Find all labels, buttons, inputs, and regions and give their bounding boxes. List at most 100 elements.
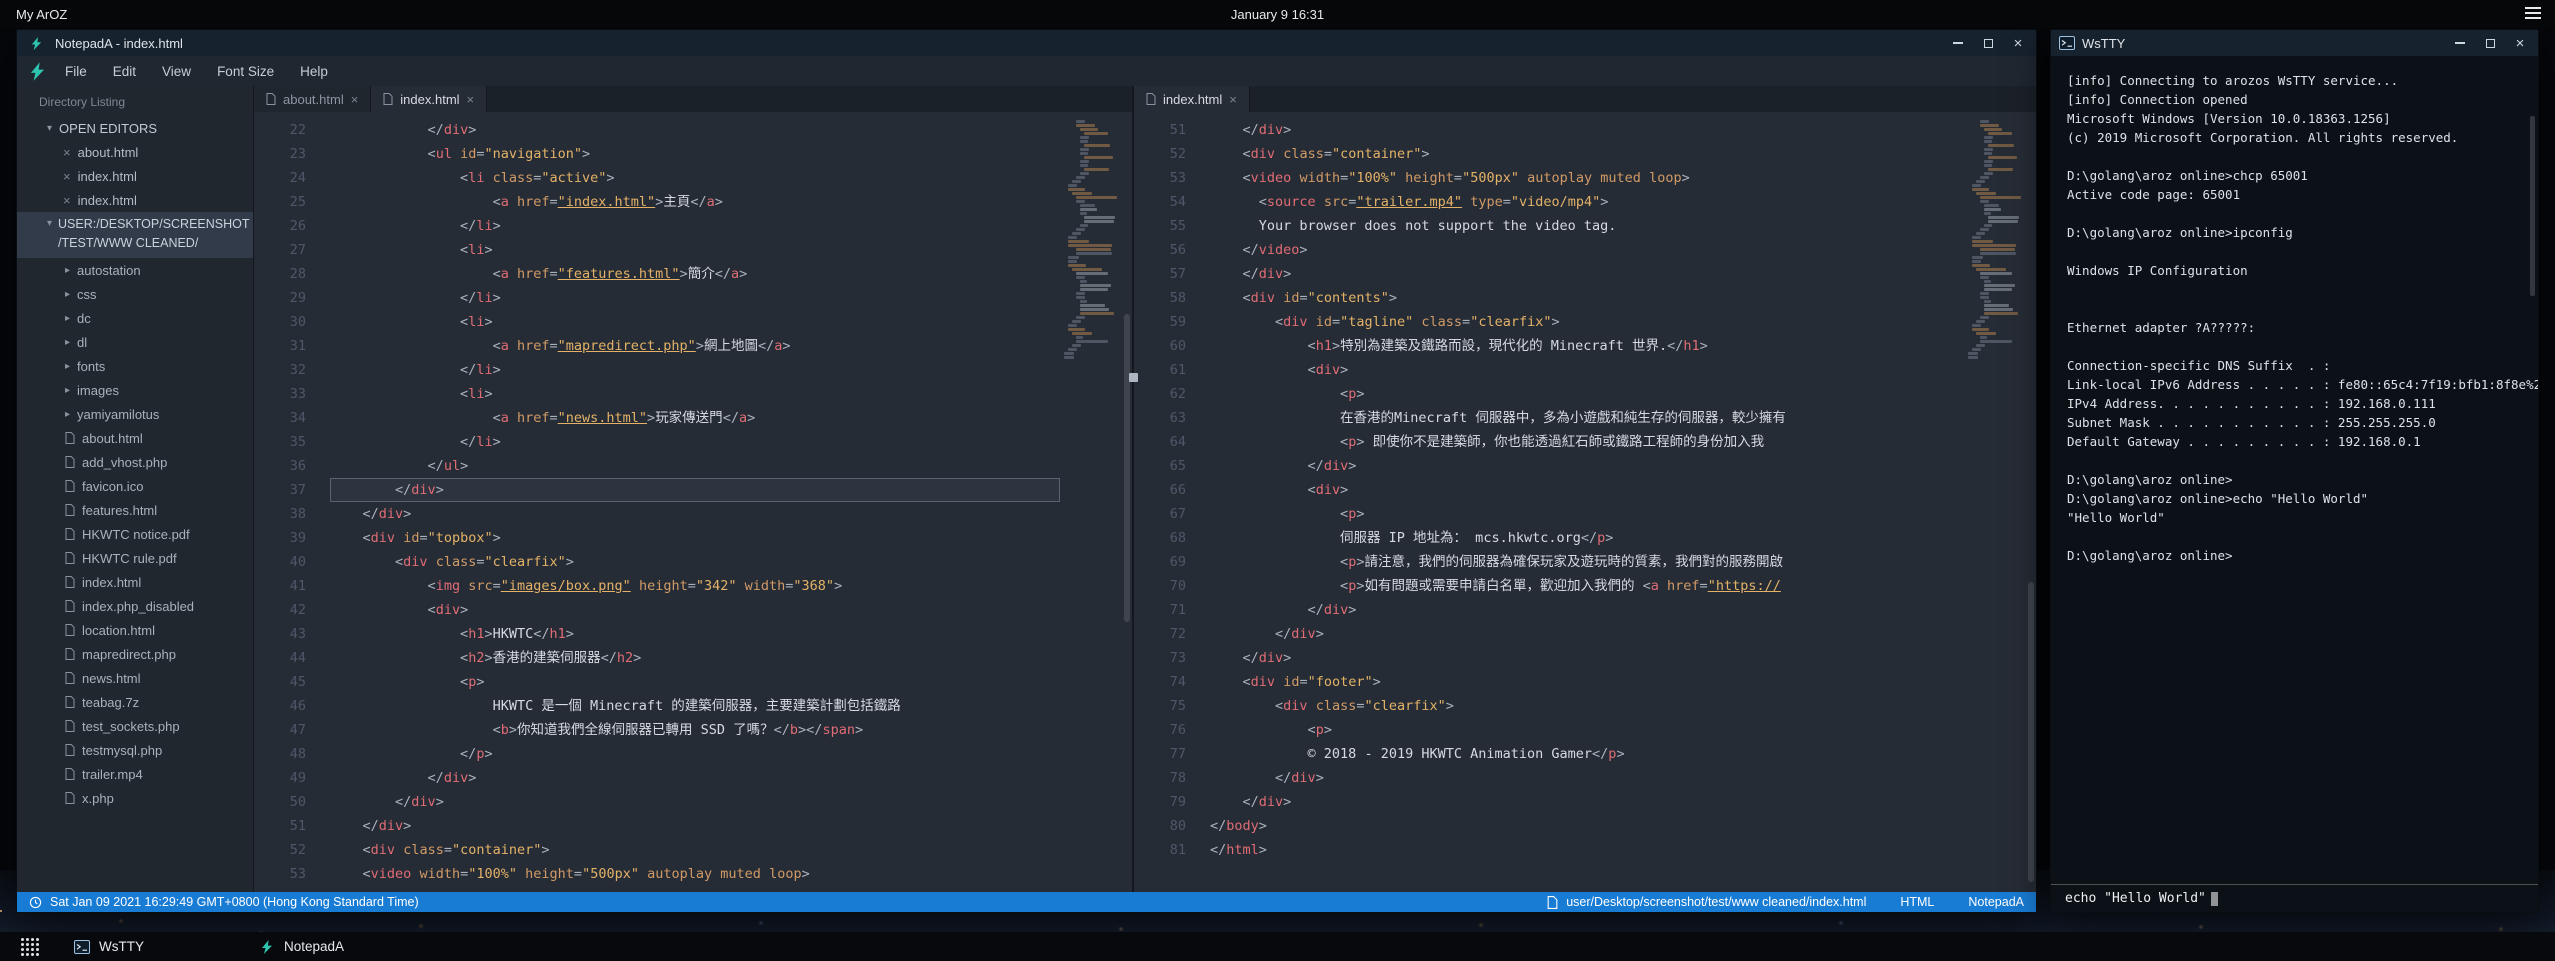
tab-close-icon[interactable]: × [467,92,475,107]
file-item[interactable]: news.html [17,666,253,690]
code-line[interactable]: <p>如有問題或需要申請白名單，歡迎加入我們的 <a href="https:/… [1210,574,1964,598]
code-line[interactable]: </li> [330,430,1060,454]
code-line[interactable]: </li> [330,358,1060,382]
status-language[interactable]: HTML [1900,895,1934,909]
folder-item[interactable]: ▸yamiyamilotus [17,402,253,426]
folder-item[interactable]: ▸images [17,378,253,402]
code-line[interactable]: <div class="container"> [1210,142,1964,166]
code-line[interactable]: <div> [1210,478,1964,502]
file-item[interactable]: add_vhost.php [17,450,253,474]
wstty-titlebar[interactable]: WsTTY × [2051,30,2538,56]
code-line[interactable]: <h1>特別為建築及鐵路而設，現代化的 Minecraft 世界.</h1> [1210,334,1964,358]
open-editor-item[interactable]: ×index.html [17,188,253,212]
pane-splitter-handle[interactable] [1129,373,1138,382]
file-item[interactable]: index.php_disabled [17,594,253,618]
close-button[interactable]: × [2508,33,2532,53]
tab-close-icon[interactable]: × [351,92,359,107]
maximize-button[interactable] [2478,33,2502,53]
code-line[interactable]: </div> [330,814,1060,838]
minimize-button[interactable] [2448,33,2472,53]
status-filepath[interactable]: user/Desktop/screenshot/test/www cleaned… [1566,895,1866,909]
code-line[interactable]: </div> [330,118,1060,142]
folder-item[interactable]: ▸dl [17,330,253,354]
code-line[interactable]: <li> [330,238,1060,262]
code-line[interactable]: </video> [1210,238,1964,262]
code-line[interactable]: <p> [330,670,1060,694]
code-line[interactable]: <b>你知道我們全線伺服器已轉用 SSD 了嗎？</b></span> [330,718,1060,742]
code-line[interactable]: </li> [330,286,1060,310]
code-line[interactable]: <a href="mapredirect.php">網上地圖</a> [330,334,1060,358]
code-line[interactable]: <a href="features.html">簡介</a> [330,262,1060,286]
code-line[interactable]: <p>請注意，我們的伺服器為確保玩家及遊玩時的質素，我們對的服務開啟 [1210,550,1964,574]
file-item[interactable]: favicon.ico [17,474,253,498]
code-line[interactable]: HKWTC 是一個 Minecraft 的建築伺服器，主要建築計劃包括鐵路 [330,694,1060,718]
code-line[interactable]: <li class="active"> [330,166,1060,190]
right-code-area[interactable]: </div> <div class="container"> <video wi… [1200,112,1964,892]
folder-item[interactable]: ▸fonts [17,354,253,378]
tab-about.html[interactable]: about.html× [254,86,371,112]
code-line[interactable]: <li> [330,310,1060,334]
minimize-button[interactable] [1946,33,1970,53]
tab-index.html[interactable]: index.html× [371,86,487,112]
code-line[interactable]: <p> [1210,382,1964,406]
code-line[interactable]: <div class="clearfix"> [1210,694,1964,718]
code-line[interactable]: 伺服器 IP 地址為： mcs.hkwtc.org</p> [1210,526,1964,550]
right-scrollbar[interactable] [2026,112,2036,892]
code-line[interactable]: <div> [1210,358,1964,382]
code-line[interactable]: Your browser does not support the video … [1210,214,1964,238]
folder-item[interactable]: ▸css [17,282,253,306]
code-line[interactable]: </div> [330,790,1060,814]
code-line[interactable]: </div> [1210,598,1964,622]
code-line[interactable]: <h1>HKWTC</h1> [330,622,1060,646]
code-line[interactable]: </li> [330,214,1060,238]
taskbar-item-wstty[interactable]: WsTTY [60,932,245,961]
code-line[interactable]: <div id="topbox"> [330,526,1060,550]
left-scrollbar-thumb[interactable] [1124,314,1130,622]
code-line[interactable]: </div> [1210,790,1964,814]
code-line[interactable]: <li> [330,382,1060,406]
menu-help[interactable]: Help [287,59,341,84]
code-line[interactable]: <video width="100%" height="500px" autop… [330,862,1060,886]
code-line[interactable]: <div class="clearfix"> [330,550,1060,574]
file-item[interactable]: test_sockets.php [17,714,253,738]
code-line[interactable]: </div> [330,766,1060,790]
code-line[interactable]: <div id="footer"> [1210,670,1964,694]
file-item[interactable]: mapredirect.php [17,642,253,666]
code-line[interactable]: 在香港的Minecraft 伺服器中，多為小遊戲和純生存的伺服器，較少擁有 [1210,406,1964,430]
file-item[interactable]: index.html [17,570,253,594]
app-launcher-button[interactable] [0,932,60,961]
code-line[interactable]: <div class="container"> [330,838,1060,862]
right-scrollbar-thumb[interactable] [2028,582,2034,882]
maximize-button[interactable] [1976,33,2000,53]
code-line[interactable]: <source src="trailer.mp4" type="video/mp… [1210,190,1964,214]
code-line[interactable]: </p> [330,742,1060,766]
file-item[interactable]: location.html [17,618,253,642]
left-scrollbar[interactable] [1122,112,1132,892]
code-line[interactable]: <h2>香港的建築伺服器</h2> [330,646,1060,670]
code-line[interactable]: </div> [1210,646,1964,670]
code-line[interactable]: </div> [330,478,1060,502]
code-line[interactable]: <div> [330,598,1060,622]
menu-edit[interactable]: Edit [100,59,149,84]
code-line[interactable]: <p> 即使你不是建築師，你也能透過紅石師或鐵路工程師的身份加入我 [1210,430,1964,454]
code-line[interactable]: <a href="index.html">主頁</a> [330,190,1060,214]
taskbar-item-notepada[interactable]: NotepadA [245,932,430,961]
file-item[interactable]: teabag.7z [17,690,253,714]
close-icon[interactable]: × [63,169,71,184]
menu-view[interactable]: View [149,59,204,84]
file-item[interactable]: HKWTC notice.pdf [17,522,253,546]
code-line[interactable]: </div> [1210,622,1964,646]
file-item[interactable]: testmysql.php [17,738,253,762]
code-line[interactable]: <a href="news.html">玩家傳送門</a> [330,406,1060,430]
notepada-titlebar[interactable]: NotepadA - index.html × [17,30,2036,56]
folder-item[interactable]: ▸dc [17,306,253,330]
code-line[interactable]: </body> [1210,814,1964,838]
file-item[interactable]: about.html [17,426,253,450]
folder-item[interactable]: ▸autostation [17,258,253,282]
file-item[interactable]: trailer.mp4 [17,762,253,786]
code-line[interactable]: </div> [1210,118,1964,142]
terminal-input[interactable]: echo "Hello World" [2051,884,2538,912]
file-item[interactable]: features.html [17,498,253,522]
code-line[interactable]: <p> [1210,502,1964,526]
open-editor-item[interactable]: ×about.html [17,140,253,164]
